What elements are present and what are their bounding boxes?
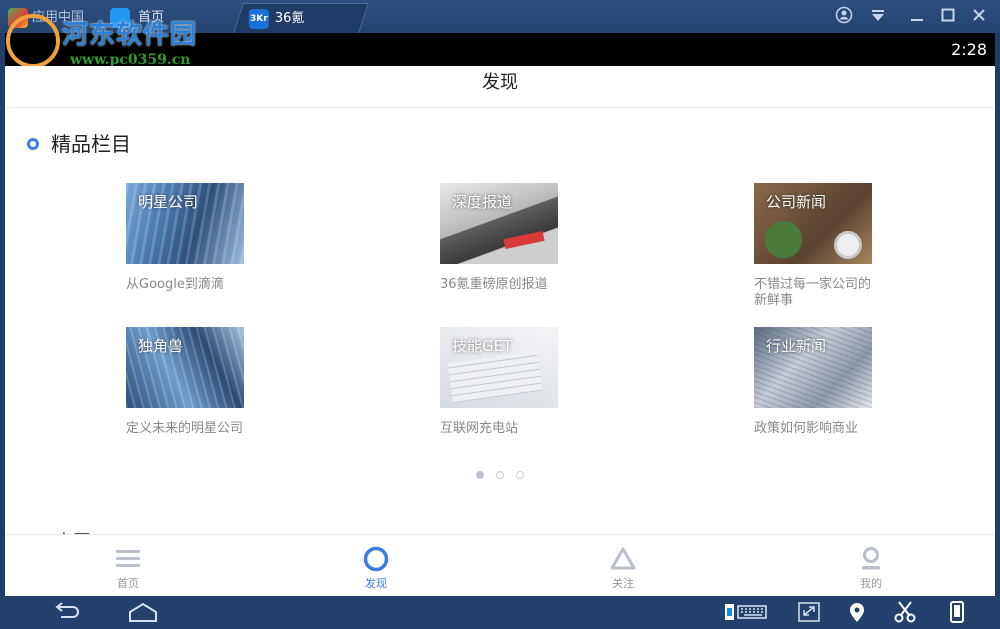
keyboard-icon[interactable] (724, 600, 768, 624)
tab-36kr[interactable]: 3Kr 36氪 (233, 3, 369, 33)
emulator-window: 应用中国 首页 3Kr 36氪 2:28 河东软件园 www.pc0359.cn… (0, 0, 1000, 629)
section-header: 精品栏目 (27, 130, 131, 158)
card-thumbnail: 行业新闻 (754, 327, 872, 408)
card-title: 行业新闻 (766, 337, 827, 355)
nav-label: 关注 (612, 577, 634, 590)
nav-follow[interactable]: 关注 (563, 535, 683, 596)
minimize-icon[interactable] (906, 6, 928, 28)
card-description: 政策如何影响商业 (754, 421, 859, 436)
card-thumbnail: 深度报道 (440, 183, 558, 264)
app-screen: 发现 精品栏目 明星公司 从Google到滴滴 深度报道 36氪重磅原创报道 公… (5, 66, 995, 596)
page-indicator[interactable] (476, 471, 536, 481)
card-description: 36氪重磅原创报道 (440, 277, 548, 292)
card-thumbnail: 公司新闻 (754, 183, 872, 264)
card-thumbnail: 技能GET (440, 327, 558, 408)
card-title: 技能GET (452, 337, 513, 355)
home-icon[interactable] (128, 600, 157, 624)
nav-label: 发现 (365, 577, 387, 590)
back-icon[interactable] (51, 600, 79, 624)
android-status-bar: 2:28 (5, 33, 995, 66)
fullscreen-icon[interactable] (795, 600, 823, 624)
card-title: 深度报道 (452, 193, 513, 211)
nav-label: 首页 (117, 577, 139, 590)
emulator-toolbar (0, 596, 1000, 629)
circle-icon (363, 546, 389, 572)
page-title: 发现 (482, 72, 518, 93)
triangle-icon (610, 547, 636, 570)
home-tab-icon (110, 8, 130, 28)
card-description: 定义未来的明星公司 (126, 421, 244, 436)
page-dot[interactable] (496, 471, 504, 479)
36kr-app-icon: 3Kr (248, 9, 269, 29)
page-dot-active[interactable] (476, 471, 484, 479)
nav-me[interactable]: 我的 (811, 535, 931, 596)
card-description: 互联网充电站 (440, 421, 519, 436)
card-title: 明星公司 (138, 193, 199, 211)
section-bullet-icon (27, 138, 39, 150)
menu-icon[interactable] (867, 6, 889, 28)
card-description: 不错过每一家公司的新鲜事 (754, 277, 872, 308)
tab-app-store[interactable]: 应用中国 (0, 3, 100, 33)
user-icon[interactable] (833, 6, 855, 28)
app-header: 发现 (5, 66, 995, 108)
rotate-device-icon[interactable] (943, 600, 971, 624)
card-title: 独角兽 (138, 337, 184, 355)
card-title: 公司新闻 (766, 193, 827, 211)
tab-label: 36氪 (274, 11, 305, 26)
clock: 2:28 (951, 40, 987, 59)
nav-label: 我的 (860, 577, 882, 590)
app-store-icon (8, 8, 28, 28)
page-dot[interactable] (516, 471, 524, 479)
card-thumbnail: 明星公司 (126, 183, 244, 264)
maximize-icon[interactable] (937, 6, 959, 28)
bottom-navigation: 首页 发现 关注 我的 (5, 534, 995, 596)
card-thumbnail: 独角兽 (126, 327, 244, 408)
tab-home[interactable]: 首页 (104, 3, 229, 33)
title-bar: 应用中国 首页 3Kr 36氪 (0, 0, 1000, 33)
tab-label: 首页 (138, 10, 165, 25)
person-icon (862, 547, 880, 570)
tab-label: 应用中国 (32, 10, 85, 25)
location-icon[interactable] (843, 600, 871, 624)
scissors-icon[interactable] (891, 600, 919, 624)
list-icon (116, 550, 140, 567)
close-icon[interactable] (968, 6, 990, 28)
nav-discover[interactable]: 发现 (316, 535, 436, 596)
section-title: 精品栏目 (51, 132, 131, 156)
card-description: 从Google到滴滴 (126, 277, 224, 292)
nav-home[interactable]: 首页 (68, 535, 188, 596)
